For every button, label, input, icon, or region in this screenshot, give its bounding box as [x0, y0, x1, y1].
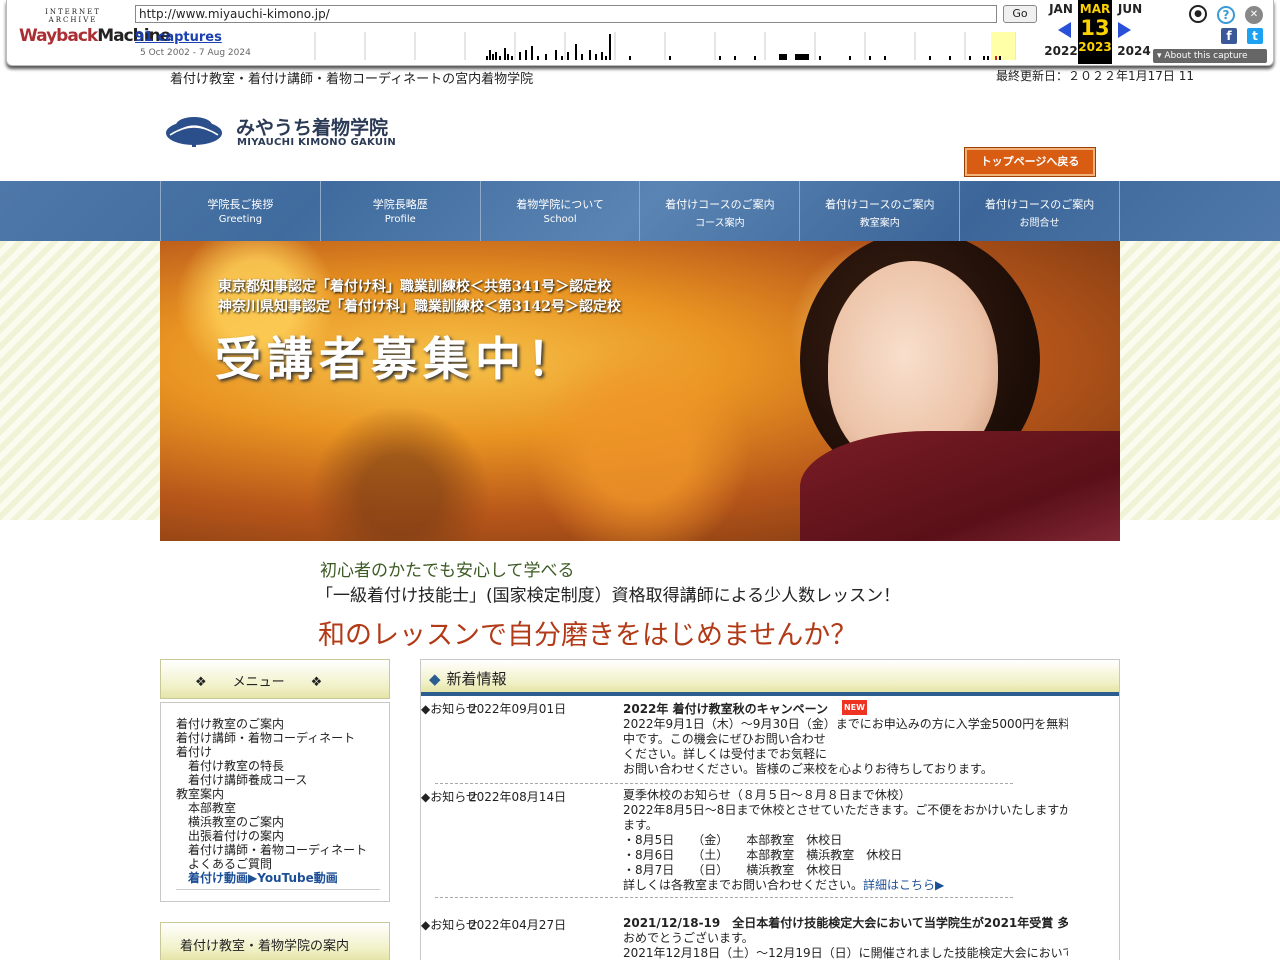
news-divider — [435, 897, 1013, 898]
wayback-prev-year[interactable]: 2022 — [1044, 44, 1078, 58]
wayback-close-icon[interactable]: ✕ — [1245, 6, 1263, 24]
news-entry-title[interactable]: 2021/12/18-19 全日本着付け技能検定大会において当学院生が2021年… — [623, 916, 1068, 931]
last-updated: 最終更新日：２０２２年1月17日 11 — [996, 69, 1194, 83]
news-detail-link[interactable]: 詳細はこちら▶ — [863, 878, 944, 892]
sidebar-item[interactable]: よくあるご質問 — [176, 857, 379, 871]
news-date: 2022年09月01日 — [469, 702, 567, 716]
sidebar-divider — [176, 889, 380, 890]
wayback-next-month[interactable]: JUN — [1113, 2, 1147, 16]
wayback-toolbar: INTERNET ARCHIVE WaybackMachine http://w… — [6, 0, 1274, 66]
news-text: ・8月5日 （金） 本部教室 休校日 — [623, 833, 843, 847]
sidebar-item[interactable]: 着付け講師養成コース — [176, 773, 379, 787]
news-text: ください。詳しくは受付までお気軽に — [623, 747, 828, 761]
news-entry-title[interactable]: 2022年 着付け教室秋のキャンペーン NEW — [623, 700, 1068, 717]
news-date: 2022年04月27日 — [469, 918, 567, 932]
hero-headline: 受講者募集中！ — [215, 332, 579, 386]
wayback-logo-top: INTERNET ARCHIVE — [45, 8, 101, 24]
intro-line-1: 初心者のかたでも安心して学べる — [320, 561, 575, 581]
news-entry: ◆お知らせ 2022年08月14日 夏季休校のお知らせ（８月５日～８月８日まで休… — [421, 788, 1119, 908]
news-text: 夏季休校のお知らせ（８月５日～８月８日まで休校） — [623, 788, 911, 802]
news-text: お問い合わせください。皆様のご来校を心よりお待ちしております。 — [623, 762, 993, 776]
wayback-help-icon[interactable]: ? — [1217, 6, 1235, 24]
sidebar-item[interactable]: 着付け教室の特長 — [176, 759, 379, 773]
wayback-current-capture: MAR 13 2023 — [1078, 0, 1112, 64]
back-to-top-button[interactable]: トップページへ戻る — [964, 147, 1096, 177]
nav-item-profile[interactable]: 学院長略歴 Profile — [321, 181, 481, 241]
wayback-captures-link[interactable]: 91 captures — [135, 30, 222, 45]
logo-name: みやうち着物学院 — [236, 117, 389, 139]
wayback-sparkline[interactable] — [309, 32, 1039, 60]
sidebar-item[interactable]: 横浜教室のご案内 — [176, 815, 379, 829]
nav-item-school[interactable]: 着物学院について School — [481, 181, 641, 241]
site-tagline: 着付け教室・着付け講師・着物コーディネートの宮内着物学院 — [170, 72, 534, 87]
nav-item-greeting[interactable]: 学院長ご挨拶 Greeting — [161, 181, 321, 241]
sidebar-menu-title: ❖ メニュー ❖ — [160, 659, 390, 699]
sidebar-item[interactable]: 出張着付けの案内 — [176, 829, 379, 843]
news-text: おめでとうございます。 — [623, 931, 754, 945]
sidebar-item[interactable]: 着付け講師・着物コーディネート — [176, 843, 379, 857]
sidebar-menu: 着付け教室のご案内 着付け講師・着物コーディネート 着付け 着付け教室の特長 着… — [160, 702, 390, 902]
sidebar-item[interactable]: 教室案内 — [176, 787, 379, 801]
wayback-url-input[interactable]: http://www.miyauchi-kimono.jp/ — [135, 5, 997, 23]
wayback-user-icon[interactable]: ● — [1189, 5, 1207, 23]
logo-romaji: MIYAUCHI KIMONO GAKUIN — [237, 137, 397, 148]
sidebar-item[interactable]: 着付け — [176, 745, 379, 759]
news-entry: ◆お知らせ 2022年09月01日 2022年 着付け教室秋のキャンペーン NEW… — [421, 700, 1119, 788]
hero-banner: 東京都知事認定「着付け科」職業訓練校＜共第341号＞認定校 神奈川県知事認定「着… — [160, 241, 1120, 541]
news-entry: ◆お知らせ 2022年04月27日 2021/12/18-19 全日本着付け技能… — [421, 916, 1119, 960]
kimono-image — [800, 431, 1120, 541]
news-text: 中です。この機会にぜひお問い合わせ — [623, 732, 826, 746]
intro-line-2: 「一級着付け技能士」(国家検定制度）資格取得講師による少人数レッスン！ — [316, 586, 901, 606]
pine-logo-icon — [166, 117, 222, 147]
sidebar-box2-title: 着付け教室・着物学院の案内 — [160, 922, 390, 960]
hero-certifications: 東京都知事認定「着付け科」職業訓練校＜共第341号＞認定校 神奈川県知事認定「着… — [218, 279, 621, 315]
wayback-logo-text: WaybackMachine — [19, 26, 171, 46]
news-text: 2021年12月18日（土）～12月19日（日）に開催されました技能検定大会にお… — [623, 946, 1068, 960]
news-divider — [435, 783, 1013, 784]
wayback-about-capture[interactable]: ▾ About this capture — [1153, 49, 1267, 63]
news-text: ます。 — [623, 818, 664, 832]
sidebar-item[interactable]: 本部教室 — [176, 801, 379, 815]
youtube-link[interactable]: 着付け動画▶YouTube動画 — [176, 871, 379, 885]
news-text: 2022年9月1日（木）～9月30日（金）までにお申込みの方に入学金5000円を… — [623, 717, 1068, 731]
new-badge: NEW — [841, 700, 867, 715]
wayback-next-year[interactable]: 2024 — [1117, 44, 1151, 58]
sidebar-item[interactable]: 着付け講師・着物コーディネート — [176, 731, 379, 745]
wayback-logo[interactable]: INTERNET ARCHIVE WaybackMachine — [19, 8, 171, 50]
news-date: 2022年08月14日 — [469, 790, 567, 804]
intro-line-3: 和のレッスンで自分磨きをはじめませんか？ — [318, 620, 858, 651]
twitter-icon[interactable]: t — [1247, 28, 1263, 44]
sidebar-item[interactable]: 着付け教室のご案内 — [176, 717, 379, 731]
wayback-prev-arrow-icon[interactable] — [1058, 22, 1071, 38]
nav-item-contact[interactable]: 着付けコースのご案内 お問合せ — [960, 181, 1120, 241]
site-logo[interactable]: みやうち着物学院 MIYAUCHI KIMONO GAKUIN — [164, 113, 404, 153]
diamond-icon: ◆ — [429, 670, 441, 688]
news-text: ・8月6日 （土） 本部教室 横浜教室 休校日 — [623, 848, 903, 862]
main-nav: 学院長ご挨拶 Greeting 学院長略歴 Profile 着物学院について S… — [0, 181, 1280, 241]
news-title: ◆ 新着情報 — [421, 660, 1119, 696]
nav-item-classrooms[interactable]: 着付けコースのご案内 教室案内 — [800, 181, 961, 241]
wayback-date-range: 5 Oct 2002 - 7 Aug 2024 — [140, 48, 251, 58]
nav-item-courses[interactable]: 着付けコースのご案内 コース案内 — [640, 181, 801, 241]
news-panel: ◆ 新着情報 ◆お知らせ 2022年09月01日 2022年 着付け教室秋のキャン… — [420, 659, 1120, 960]
wayback-prev-month[interactable]: JAN — [1044, 2, 1078, 16]
wayback-next-arrow-icon[interactable] — [1118, 22, 1131, 38]
news-text: 2022年8月5日〜8日まで休校とさせていただきます。ご不便をおかけいたしますが… — [623, 803, 1068, 817]
news-text: 詳しくは各教室までお問い合わせください。詳細はこちら▶ — [623, 878, 945, 892]
wayback-go-button[interactable]: Go — [1003, 5, 1037, 23]
news-text: ・8月7日 （日） 横浜教室 休校日 — [623, 863, 843, 877]
facebook-icon[interactable]: f — [1221, 28, 1237, 44]
